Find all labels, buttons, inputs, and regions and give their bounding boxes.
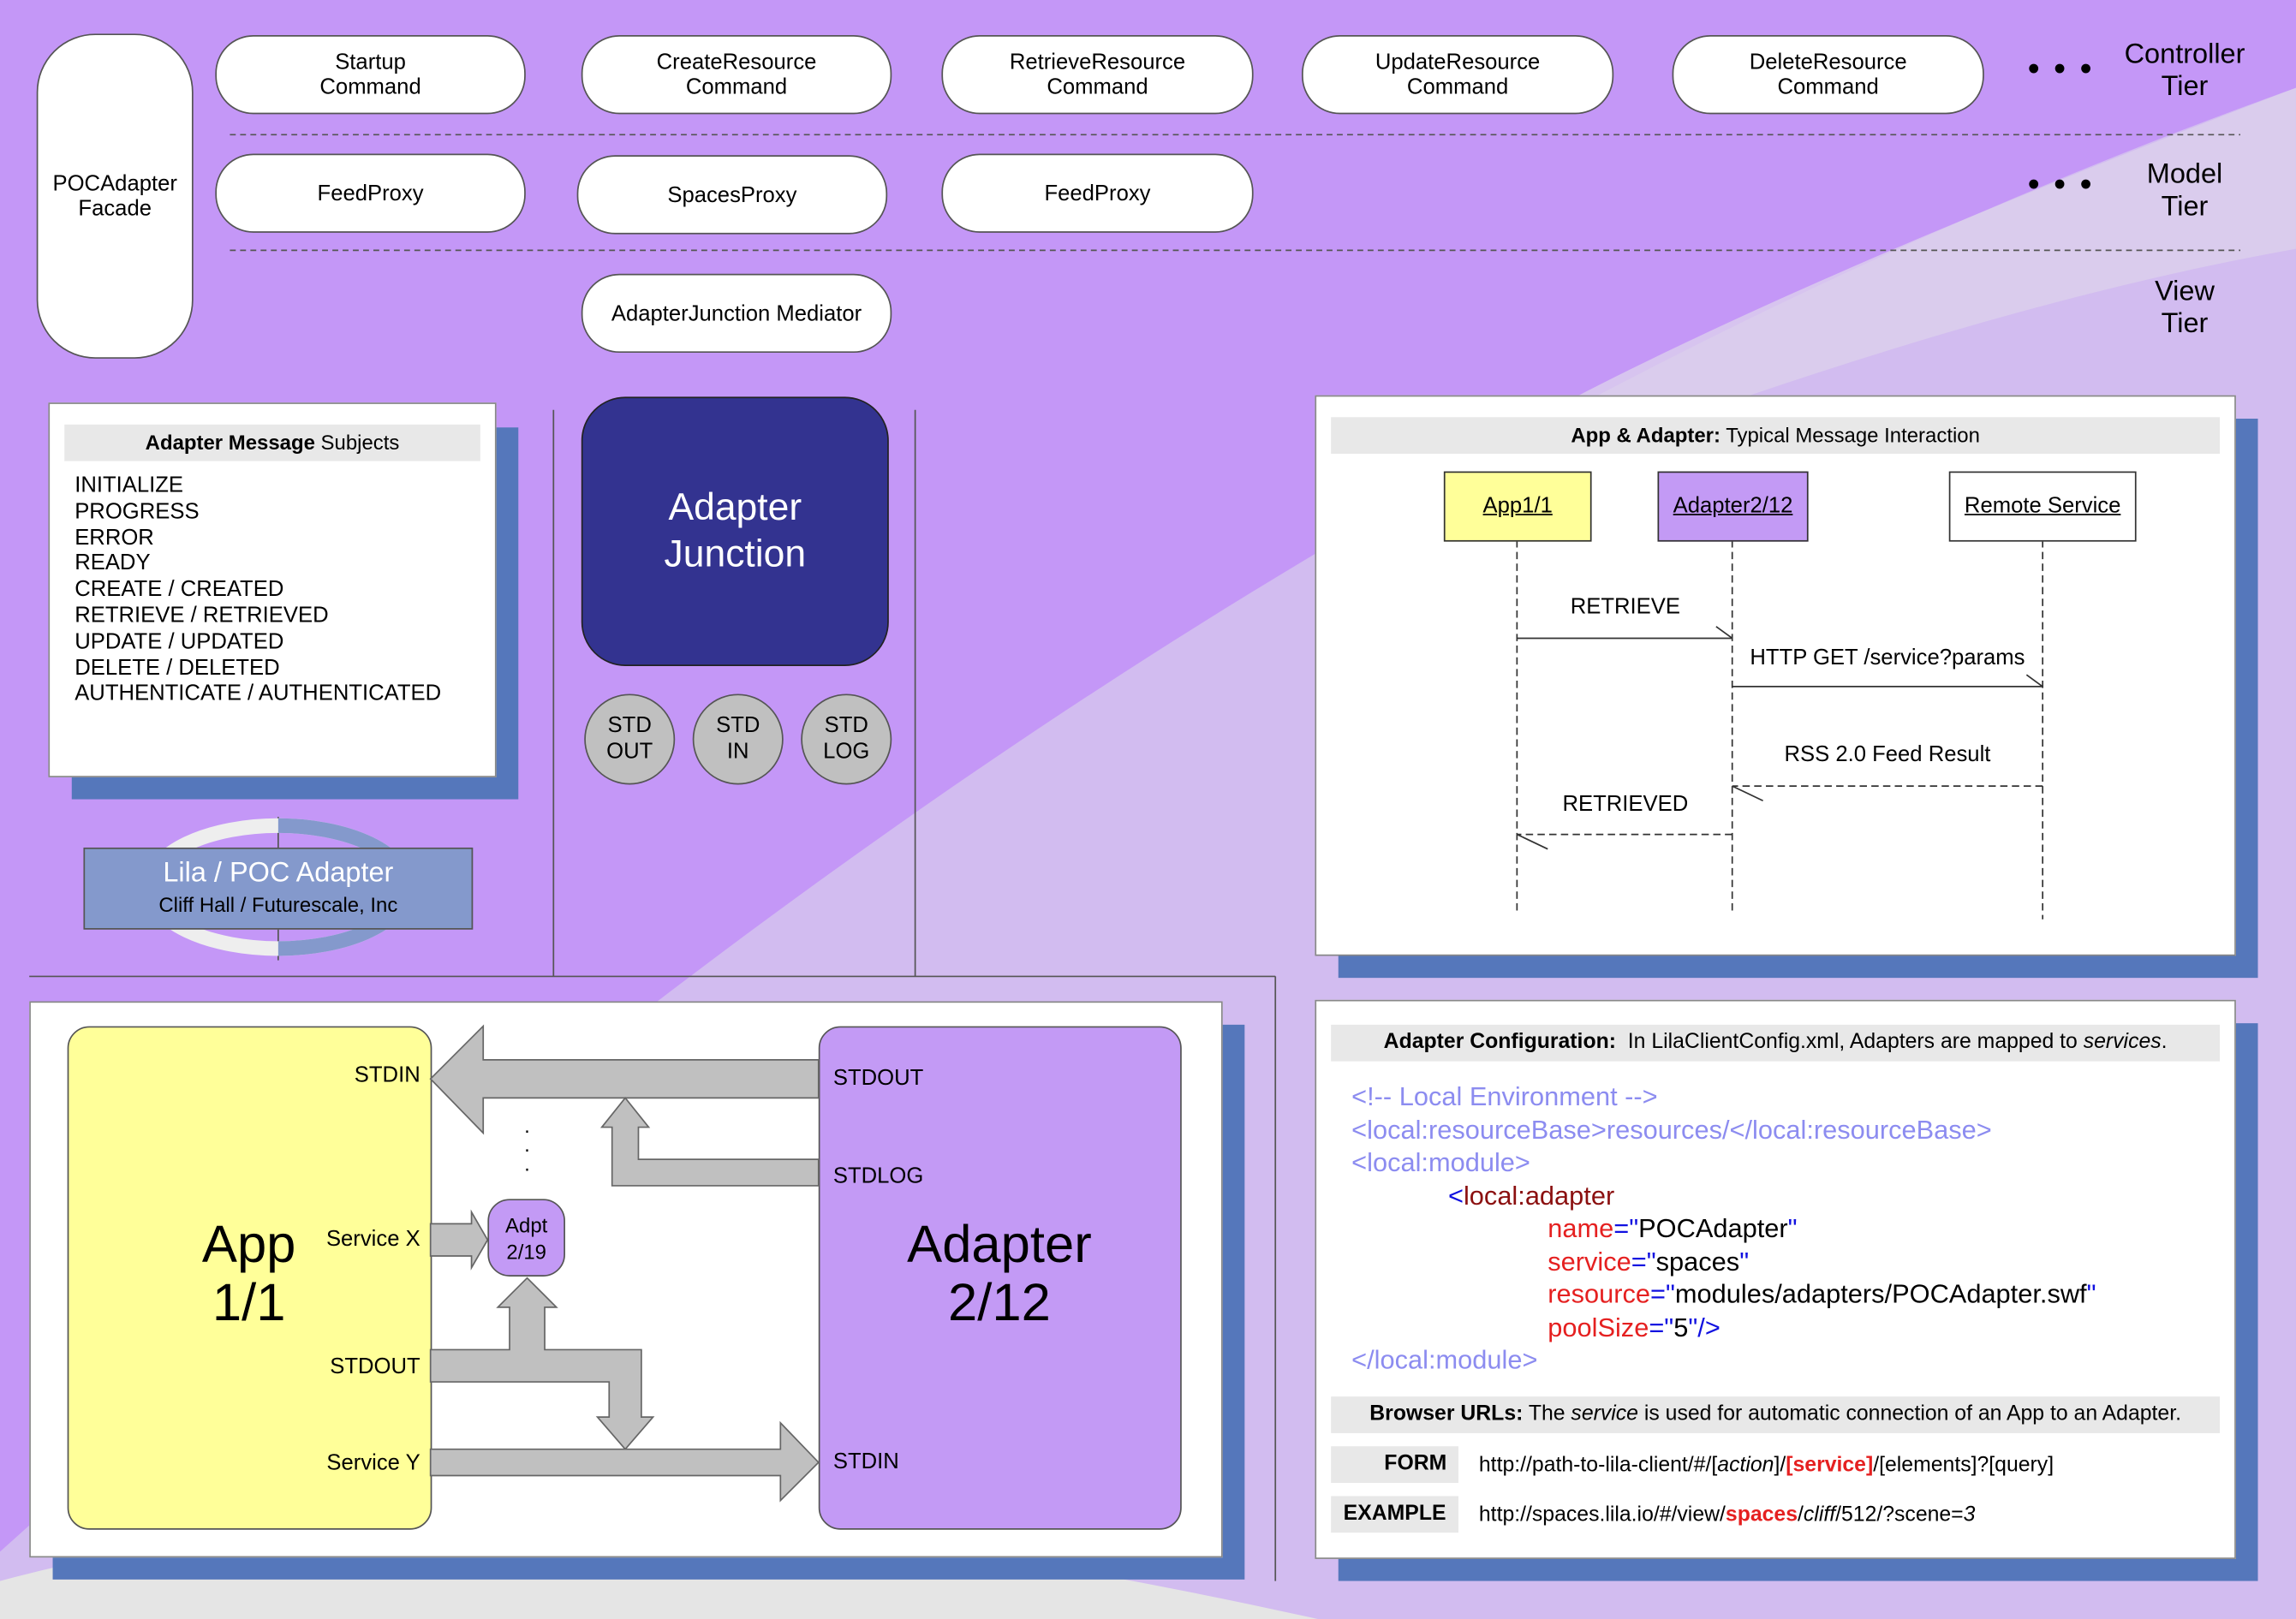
- xml-attributes: name="POCAdapter" service="spaces" resourc…: [1548, 1213, 2096, 1345]
- form-label: FORM: [1331, 1446, 1458, 1484]
- ex-3: 3: [1963, 1503, 1976, 1527]
- example-label: EXAMPLE: [1331, 1496, 1458, 1533]
- app-port-stdin: STDIN: [354, 1062, 420, 1088]
- config-header: Adapter Configuration: In LilaClientConf…: [1331, 1024, 2221, 1062]
- attr-name: resource: [1548, 1279, 1650, 1309]
- attr-name: poolSize: [1548, 1312, 1649, 1342]
- xml-comment: <!-- Local Environment -->: [1351, 1081, 1658, 1111]
- app-port-service-x: Service X: [325, 1226, 420, 1252]
- adapter-port-stdlog: STDLOG: [832, 1164, 924, 1189]
- attr-quote: ": [2086, 1279, 2096, 1309]
- ex-a: http://spaces.lila.io/#/view/: [1478, 1503, 1726, 1527]
- ex-service: spaces: [1725, 1503, 1798, 1527]
- urls-rest2: is used for automatic connection of an A…: [1637, 1402, 2181, 1426]
- xml-attr-name: name="POCAdapter": [1548, 1213, 2096, 1246]
- form-c: /[elements]?[query]: [1873, 1453, 2054, 1478]
- mini-adapter-box: Adpt 2/19: [487, 1199, 565, 1277]
- xml-attr-resource: resource="modules/adapters/POCAdapter.sw…: [1548, 1279, 2096, 1312]
- xml-attr-poolSize: poolSize="5"/>: [1548, 1312, 2096, 1345]
- form-url: http://path-to-lila-client/#/[action]/[s…: [1479, 1454, 2054, 1477]
- xml-attr-service: service="spaces": [1548, 1247, 2096, 1279]
- form-action: action: [1717, 1453, 1774, 1478]
- attr-value: modules/adapters/POCAdapter.swf: [1674, 1279, 2087, 1309]
- adapter-tag: local:adapter: [1463, 1181, 1615, 1211]
- example-url: http://spaces.lila.io/#/view/spaces/clif…: [1479, 1503, 1976, 1527]
- config-title-rest: In LilaClientConfig.xml, Adapters are ma…: [1616, 1030, 2084, 1055]
- attr-value: POCAdapter: [1638, 1213, 1788, 1243]
- xml-module-close: </local:module>: [1351, 1345, 1538, 1375]
- app-port-service-y: Service Y: [326, 1450, 420, 1476]
- ex-c: /512/?scene=: [1835, 1503, 1964, 1527]
- urls-title-bold: Browser URLs:: [1369, 1402, 1524, 1426]
- attr-eq: =": [1649, 1279, 1675, 1309]
- adapter-port-stdout: STDOUT: [832, 1065, 924, 1091]
- form-label-text: FORM: [1384, 1452, 1447, 1476]
- app-port-stdout: STDOUT: [330, 1354, 420, 1379]
- attr-eq: =": [1613, 1213, 1639, 1243]
- xml-resource-base: <local:resourceBase>resources/</local:re…: [1351, 1115, 1992, 1146]
- attr-quote: ": [1739, 1246, 1750, 1277]
- attr-value: 5: [1673, 1312, 1689, 1342]
- adapter-port-stdin: STDIN: [832, 1449, 899, 1474]
- attr-name: service: [1548, 1246, 1631, 1277]
- config-title-bold: Adapter Configuration:: [1383, 1030, 1617, 1055]
- architecture-diagram: POCAdapter Facade Startup Command Create…: [0, 0, 2296, 1619]
- lt: <: [1447, 1181, 1464, 1211]
- attr-quote: ": [1787, 1213, 1798, 1243]
- ellipsis: · · ·: [523, 1118, 531, 1181]
- attr-eq: =": [1649, 1312, 1674, 1342]
- attr-value: spaces: [1655, 1246, 1740, 1277]
- urls-header: Browser URLs: The service is used for au…: [1331, 1396, 2221, 1433]
- tag-close: />: [1697, 1312, 1721, 1342]
- ex-b: /: [1798, 1503, 1804, 1527]
- xml-adapter-open: <local:adapter: [1448, 1182, 1614, 1212]
- config-title-em: services: [2083, 1030, 2162, 1055]
- attr-name: name: [1548, 1213, 1614, 1243]
- form-a: http://path-to-lila-client/#/[: [1478, 1453, 1718, 1478]
- config-title-end: .: [2161, 1030, 2168, 1055]
- attr-quote: ": [1688, 1312, 1698, 1342]
- adapter-label: Adapter 2/12: [907, 1213, 1092, 1332]
- urls-rest1: The: [1523, 1402, 1571, 1426]
- ex-cliff: cliff: [1803, 1503, 1836, 1527]
- form-service: [service]: [1786, 1453, 1874, 1478]
- form-b: ]/: [1774, 1453, 1786, 1478]
- adapter-config-panel: Adapter Configuration: In LilaClientConf…: [1315, 999, 2236, 1559]
- attr-eq: =": [1631, 1246, 1656, 1277]
- urls-em: service: [1571, 1402, 1638, 1426]
- xml-module-open: <local:module>: [1351, 1147, 1530, 1177]
